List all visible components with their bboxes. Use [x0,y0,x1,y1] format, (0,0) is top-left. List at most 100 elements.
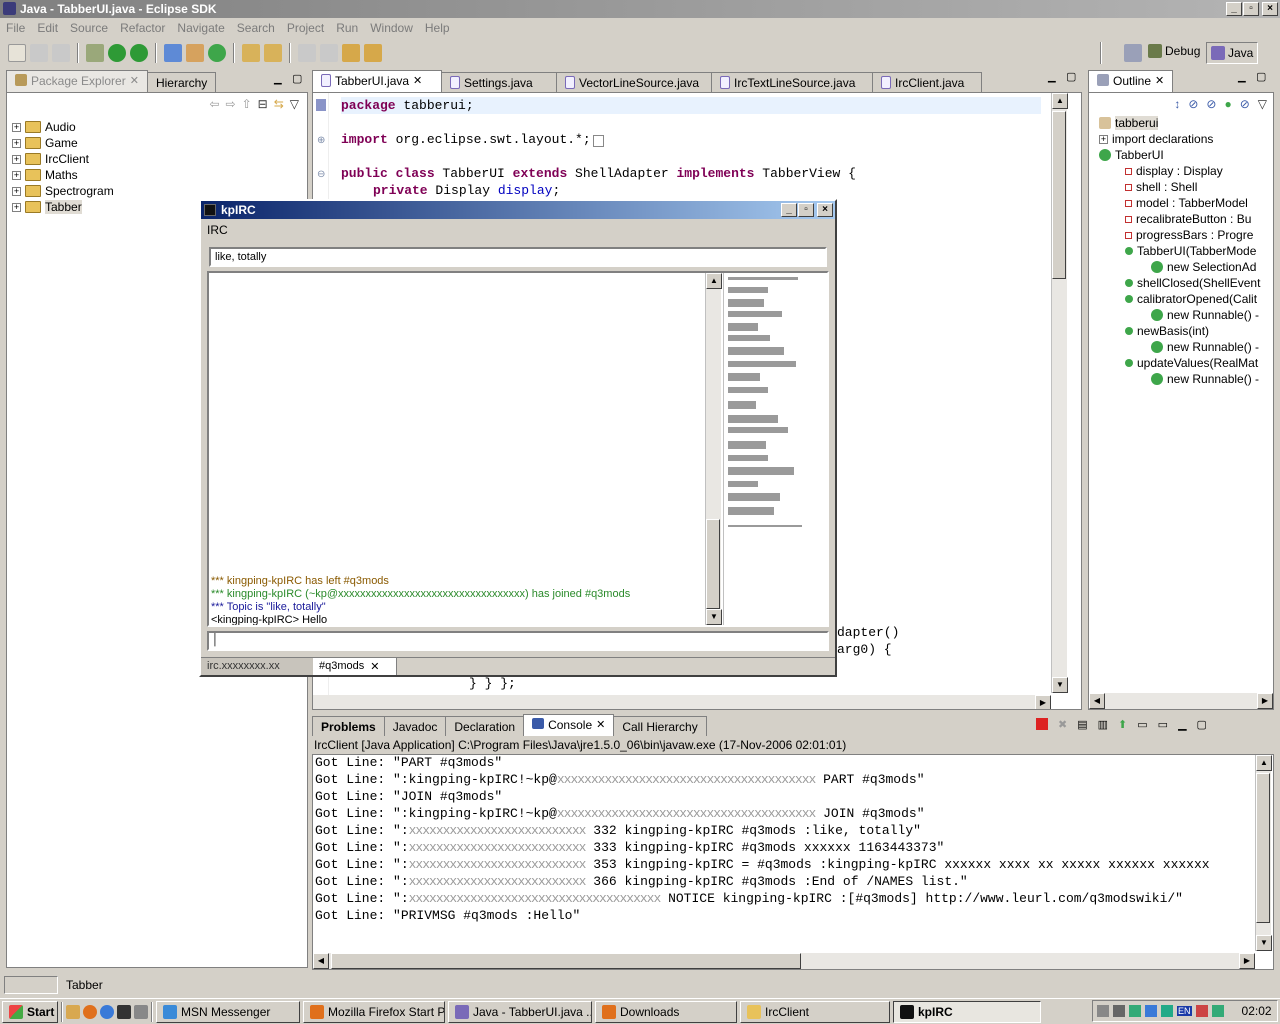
collapse-all-icon[interactable]: ⊟ [258,97,268,111]
close-button[interactable]: × [1262,2,1278,16]
outline-item[interactable]: display : Display [1099,163,1273,179]
menu-source[interactable]: Source [64,18,114,38]
outline-horizontal-scrollbar[interactable]: ◀ ▶ [1089,693,1273,709]
editor-vertical-scrollbar[interactable]: ▲ ▼ [1051,93,1068,693]
chat-scrollbar[interactable]: ▲ ▼ [705,273,722,625]
scroll-left-icon[interactable]: ◀ [1089,693,1105,709]
task-button[interactable]: MSN Messenger [156,1000,300,1023]
scroll-down-icon[interactable]: ▼ [706,609,722,625]
print-icon[interactable] [52,44,70,62]
outline-item[interactable]: updateValues(RealMat [1099,355,1273,371]
topic-field[interactable]: like, totally [209,247,827,267]
expand-icon[interactable]: + [12,138,21,148]
pin-console-icon[interactable]: ⬆ [1118,718,1127,731]
hide-nonpublic-icon[interactable]: ● [1224,97,1231,111]
bottom-tab[interactable]: Declaration [445,716,525,736]
bottom-tab[interactable]: Javadoc [383,716,447,736]
expand-icon[interactable]: + [1099,134,1108,144]
scroll-thumb[interactable] [331,953,801,969]
menu-search[interactable]: Search [231,18,281,38]
editor-tab[interactable]: IrcTextLineSource.java [711,72,873,92]
link-editor-icon[interactable]: ⇆ [274,97,284,111]
maximize-view-icon[interactable]: ▢ [1256,70,1266,83]
scroll-thumb[interactable] [1256,773,1270,923]
project-item[interactable]: + Game [12,135,307,151]
outline-item[interactable]: new Runnable() - [1099,371,1273,387]
scroll-down-icon[interactable]: ▼ [1256,935,1272,951]
quicklaunch-icon[interactable] [66,1004,80,1019]
scroll-lock-icon[interactable]: ▥ [1098,718,1108,731]
menu-edit[interactable]: Edit [31,18,64,38]
outline-item[interactable]: new SelectionAd [1099,259,1273,275]
project-item[interactable]: + IrcClient [12,151,307,167]
external-tools-icon[interactable] [130,44,148,62]
editor-tab[interactable]: Settings.java [441,72,557,92]
scroll-right-icon[interactable]: ▶ [1239,953,1255,969]
bottom-tab[interactable]: Call Hierarchy [613,716,707,736]
network-icon[interactable] [1113,1005,1125,1017]
remove-launch-icon[interactable]: ✖ [1058,718,1067,731]
outline-item[interactable]: progressBars : Progre [1099,227,1273,243]
hide-fields-icon[interactable]: ⊘ [1188,97,1198,111]
open-console-icon[interactable]: ▭ [1158,718,1168,731]
close-icon[interactable]: ✕ [370,660,379,673]
outline-item[interactable]: shell : Shell [1099,179,1273,195]
task-button[interactable]: Java - TabberUI.java ... [448,1000,592,1023]
debug-perspective-button[interactable]: Debug [1148,44,1200,58]
outline-item[interactable]: newBasis(int) [1099,323,1273,339]
minimize-editor-icon[interactable]: ▁ [1048,72,1056,83]
minimize-view-icon[interactable]: ▁ [274,74,282,85]
tab-server[interactable]: irc.xxxxxxxx.xx [201,658,313,675]
open-type-icon[interactable] [242,44,260,62]
maximize-button[interactable]: ▫ [1243,2,1259,16]
scroll-down-icon[interactable]: ▼ [1052,677,1068,693]
close-icon[interactable]: ✕ [1155,74,1164,92]
project-item[interactable]: + Audio [12,119,307,135]
outline-item[interactable]: new Runnable() - [1099,307,1273,323]
menu-navigate[interactable]: Navigate [171,18,230,38]
task-button[interactable]: Downloads [595,1000,737,1023]
menu-project[interactable]: Project [281,18,330,38]
close-icon[interactable]: ✕ [130,74,139,92]
menu-file[interactable]: File [0,18,31,38]
back-icon[interactable]: ⇦ [209,97,219,111]
editor-tab[interactable]: VectorLineSource.java [556,72,712,92]
app-icon[interactable] [134,1004,148,1019]
outline-item[interactable]: + import declarations [1099,131,1273,147]
outline-item[interactable]: model : TabberModel [1099,195,1273,211]
collapse-icon[interactable]: ⊖ [317,169,325,180]
expand-icon[interactable]: + [12,170,21,180]
app-icon[interactable] [117,1004,131,1019]
expand-icon[interactable]: + [12,154,21,164]
scroll-left-icon[interactable]: ◀ [313,953,329,969]
java-perspective-button[interactable]: Java [1206,42,1259,64]
minimize-view-icon[interactable]: ▁ [1238,72,1246,83]
tray-icon[interactable] [1129,1005,1141,1017]
debug-icon[interactable] [86,44,104,62]
scroll-up-icon[interactable]: ▲ [1256,755,1272,771]
tab-channel[interactable]: #q3mods ✕ [313,658,397,675]
task-button[interactable]: IrcClient [740,1000,890,1023]
expand-icon[interactable]: + [12,122,21,132]
maximize-view-icon[interactable]: ▢ [1197,718,1207,731]
expand-icon[interactable]: ⊕ [317,135,325,146]
maximize-editor-icon[interactable]: ▢ [1066,70,1076,83]
message-input[interactable]: │ [207,631,829,651]
new-java-project-icon[interactable] [164,44,182,62]
bottom-tab[interactable]: Problems [312,716,385,736]
menu-refactor[interactable]: Refactor [114,18,171,38]
menu-window[interactable]: Window [364,18,419,38]
outline-item[interactable]: shellClosed(ShellEvent [1099,275,1273,291]
fast-view-bar[interactable] [4,976,58,994]
new-icon[interactable] [8,44,26,62]
forward-icon[interactable]: ⇨ [226,97,236,111]
minimize-button[interactable]: _ [1226,2,1242,16]
kpirc-maximize-button[interactable]: ▫ [798,203,814,217]
next-annotation-icon[interactable] [298,44,316,62]
outline-item[interactable]: new Runnable() - [1099,339,1273,355]
outline-item[interactable]: calibratorOpened(Calit [1099,291,1273,307]
clear-console-icon[interactable]: ▤ [1077,718,1087,731]
scroll-right-icon[interactable]: ▶ [1035,695,1051,709]
close-icon[interactable]: ✕ [596,718,605,736]
scroll-right-icon[interactable]: ▶ [1257,693,1273,709]
